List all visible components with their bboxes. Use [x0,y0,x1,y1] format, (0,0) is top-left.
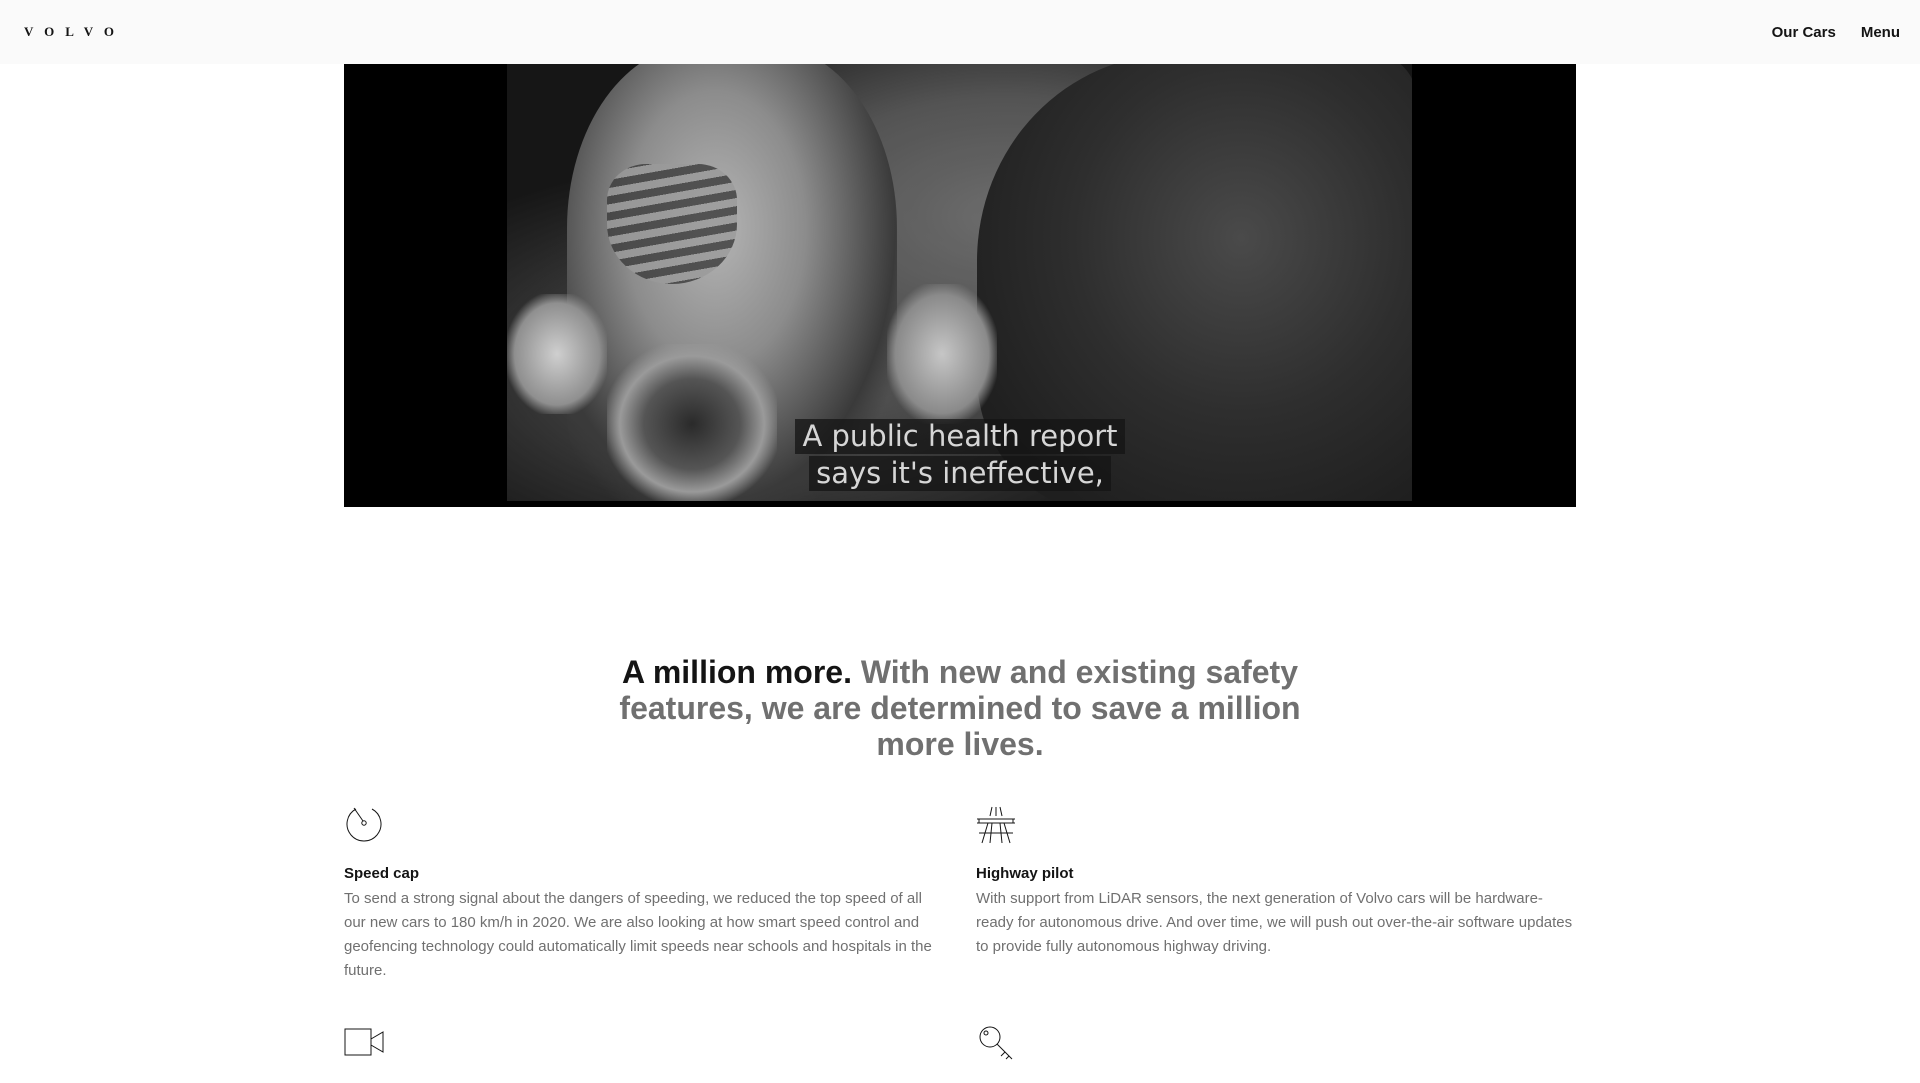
feature-highway-pilot: Highway pilot With support from LiDAR se… [976,805,1576,983]
feature-camera [344,1023,944,1083]
statement-lead: A million more. [622,653,852,690]
feature-speed-cap: Speed cap To send a strong signal about … [344,805,944,983]
speedometer-icon [344,805,384,845]
camera-icon [344,1023,384,1063]
highway-icon [976,805,1016,845]
subtitle-line: A public health report [795,419,1125,454]
feature-text: To send a strong signal about the danger… [344,890,932,979]
left-hand-image [507,294,607,414]
main-nav: Our Cars Menu [1772,24,1900,41]
our-cars-link[interactable]: Our Cars [1772,24,1836,41]
feature-key [976,1023,1576,1083]
feature-title: Speed cap [344,865,420,882]
subtitle-line: says it's ineffective, [809,456,1111,491]
video-player[interactable]: A public health report says it's ineffec… [344,64,1576,507]
site-header: VOLVO Our Cars Menu [0,0,1920,64]
dummy-ribs-image [607,164,737,284]
features-grid: Speed cap To send a strong signal about … [344,805,1576,1083]
feature-text: With support from LiDAR sensors, the nex… [976,890,1573,955]
volvo-logo[interactable]: VOLVO [24,24,125,40]
statement-heading: A million more. With new and existing sa… [610,654,1310,762]
video-subtitles: A public health report says it's ineffec… [344,419,1576,491]
feature-title: Highway pilot [976,865,1074,882]
right-hand-image [887,284,997,424]
menu-button[interactable]: Menu [1861,24,1900,41]
key-icon [976,1023,1016,1063]
